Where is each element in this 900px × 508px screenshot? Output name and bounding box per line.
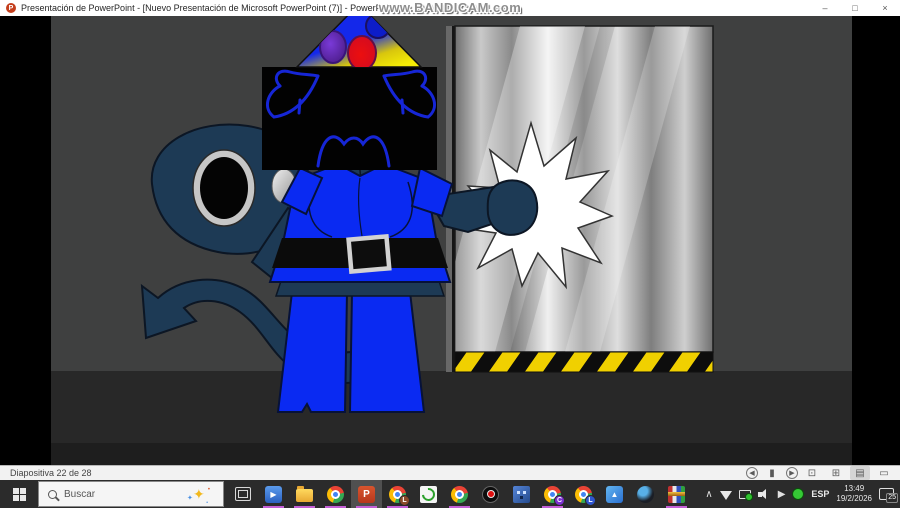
powerpoint-icon[interactable]: P: [351, 480, 382, 508]
see-all-slides-icon[interactable]: ⊡: [802, 466, 822, 480]
window-title: Presentación de PowerPoint - [Nuevo Pres…: [21, 3, 397, 13]
task-view-icon[interactable]: [227, 480, 258, 508]
pivot-animator-icon-glyph: [420, 485, 437, 503]
chrome-profile-l2-icon[interactable]: L: [568, 480, 599, 508]
game-app-icon[interactable]: [506, 480, 537, 508]
powerpoint-statusbar: Diapositiva 22 de 28 ◀ ▮ ▶ ⊡ ⊞ ▤ ▭: [0, 465, 900, 480]
bandicam-icon-glyph: [482, 485, 499, 503]
chrome-profile-c-icon[interactable]: C: [537, 480, 568, 508]
photos-icon[interactable]: ▲: [599, 480, 630, 508]
zoom-grid-icon[interactable]: ⊞: [826, 466, 846, 480]
slideshow-toolbar: ◀ ▮ ▶ ⊡ ⊞ ▤ ▭: [746, 466, 894, 480]
chrome-profile-l-icon[interactable]: L: [382, 480, 413, 508]
task-view-icon-glyph: [234, 487, 251, 501]
close-button[interactable]: ×: [870, 0, 900, 16]
window-controls: – □ ×: [810, 0, 900, 16]
sphere-app-icon-glyph: [637, 485, 654, 503]
bandicam-watermark: www.BANDICAM.com: [378, 0, 522, 15]
annotation-pen-icon[interactable]: ▮: [762, 466, 782, 480]
chrome-profile-l-icon-glyph: L: [389, 485, 410, 506]
slide-artwork: [0, 16, 900, 465]
search-highlights-icon[interactable]: ✦ ✦ • •: [187, 486, 210, 506]
chrome-profile-l2-icon-glyph: L: [575, 485, 596, 506]
minimize-button[interactable]: –: [810, 0, 840, 16]
notification-center-icon[interactable]: 25: [879, 488, 898, 503]
sphere-app-icon[interactable]: [630, 480, 661, 508]
chrome-profile-l-icon-badge: L: [399, 494, 410, 506]
tray-chevron-icon[interactable]: ∧: [705, 489, 712, 500]
chrome-icon-2[interactable]: [444, 480, 475, 508]
presentation-slide[interactable]: [0, 16, 900, 465]
chrome-profile-l2-icon-badge: L: [585, 494, 596, 506]
security-status-icon[interactable]: [738, 489, 753, 501]
windows-taskbar: Buscar ✦ ✦ • • ▶ P L C L ▲ ∧ ▶ ESP 13:49 19/2/20…: [0, 480, 900, 508]
monitor-icon[interactable]: ▭: [874, 466, 894, 480]
system-tray: ∧ ▶ ESP 13:49 19/2/2026 25: [705, 484, 900, 504]
chrome-icon-glyph: [327, 485, 344, 503]
movies-tv-icon-glyph: ▶: [265, 485, 282, 503]
powerpoint-icon-glyph: P: [358, 485, 375, 503]
movies-tv-icon[interactable]: ▶: [258, 480, 289, 508]
taskbar-app-icons: ▶ P L C L ▲: [227, 480, 692, 508]
notification-count-badge: 25: [886, 493, 898, 503]
tray-date: 19/2/2026: [836, 494, 872, 503]
search-placeholder: Buscar: [64, 488, 96, 500]
photos-icon-glyph: ▲: [606, 485, 623, 503]
chrome-icon-2-glyph: [451, 485, 468, 503]
next-slide-icon[interactable]: ▶: [786, 467, 798, 479]
file-explorer-icon[interactable]: [289, 480, 320, 508]
winrar-icon[interactable]: [661, 480, 692, 508]
pivot-animator-icon[interactable]: [413, 480, 444, 508]
game-app-icon-glyph: [513, 485, 530, 503]
previous-slide-icon[interactable]: ◀: [746, 467, 758, 479]
play-indicator-icon[interactable]: ▶: [778, 489, 786, 500]
start-button[interactable]: [0, 480, 38, 508]
winrar-icon-glyph: [668, 485, 685, 503]
restore-button[interactable]: □: [840, 0, 870, 16]
powerpoint-app-icon: P: [6, 3, 16, 13]
chrome-profile-c-icon-glyph: C: [544, 485, 565, 506]
search-input[interactable]: Buscar ✦ ✦ • •: [38, 481, 224, 507]
search-icon: [48, 489, 57, 499]
chrome-profile-c-icon-badge: C: [554, 494, 565, 506]
bandicam-icon[interactable]: [475, 480, 506, 508]
clock[interactable]: 13:49 19/2/2026: [836, 484, 872, 504]
volume-icon[interactable]: [757, 488, 771, 500]
chrome-icon[interactable]: [320, 480, 351, 508]
slide-indicator: Diapositiva 22 de 28: [10, 468, 92, 478]
tray-time: 13:49: [844, 484, 865, 493]
file-explorer-icon-glyph: [296, 486, 313, 502]
bandicam-recording-icon[interactable]: [792, 488, 805, 500]
notes-icon[interactable]: ▤: [850, 466, 870, 480]
windows-logo-icon: [12, 487, 26, 501]
language-indicator[interactable]: ESP: [811, 489, 829, 499]
wifi-icon[interactable]: [719, 491, 732, 500]
